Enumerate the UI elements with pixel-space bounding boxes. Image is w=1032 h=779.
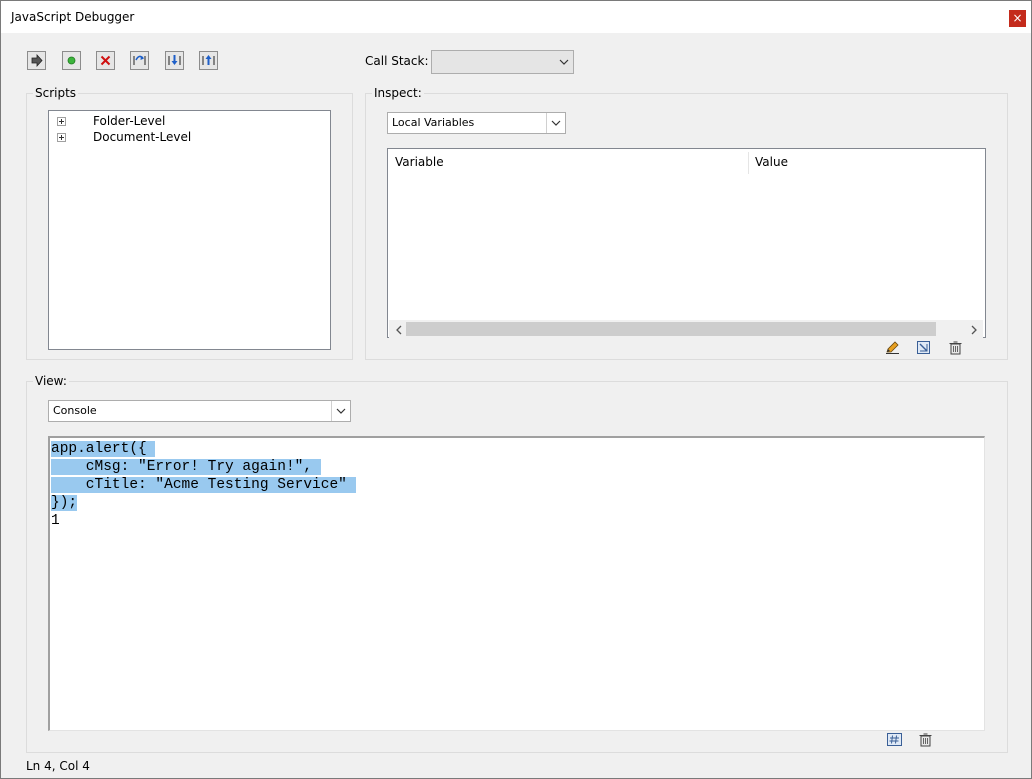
call-stack-label: Call Stack: bbox=[365, 54, 429, 68]
column-header-variable[interactable]: Variable bbox=[395, 155, 444, 169]
status-bar-position: Ln 4, Col 4 bbox=[26, 759, 90, 773]
hash-icon bbox=[887, 733, 902, 746]
edit-variable-button[interactable] bbox=[884, 340, 901, 355]
scripts-label: Scripts bbox=[33, 86, 79, 100]
console-textarea[interactable]: app.alert({ cMsg: "Error! Try again!", c… bbox=[48, 436, 985, 731]
console-line: }); bbox=[51, 494, 78, 512]
clear-console-button[interactable] bbox=[917, 732, 934, 747]
console-line: cTitle: "Acme Testing Service" bbox=[51, 476, 356, 494]
scroll-left-icon[interactable] bbox=[392, 323, 406, 337]
debugger-window: JavaScript Debugger × Call Stack: Script… bbox=[0, 0, 1032, 779]
tree-item-label: Document-Level bbox=[93, 130, 192, 144]
view-label: View: bbox=[33, 374, 69, 388]
call-stack-select[interactable] bbox=[431, 50, 574, 74]
pencil-icon bbox=[886, 341, 899, 354]
console-line: 1 bbox=[51, 512, 60, 530]
resume-button[interactable] bbox=[27, 51, 46, 70]
scroll-right-icon[interactable] bbox=[967, 323, 981, 337]
step-out-button[interactable] bbox=[199, 51, 218, 70]
inspect-select[interactable]: Local Variables bbox=[387, 112, 566, 134]
view-select[interactable]: Console bbox=[48, 400, 351, 422]
run-icon bbox=[67, 56, 76, 65]
variables-list[interactable]: Variable Value bbox=[387, 148, 986, 338]
watch-list-button[interactable] bbox=[915, 340, 932, 355]
delete-variable-button[interactable] bbox=[947, 340, 964, 355]
scripts-tree[interactable]: Folder-Level Document-Level bbox=[48, 110, 331, 350]
horizontal-scrollbar[interactable] bbox=[389, 320, 983, 338]
console-line-text: cMsg: "Error! Try again!", bbox=[51, 459, 321, 475]
scrollbar-thumb[interactable] bbox=[406, 322, 936, 336]
window-title: JavaScript Debugger bbox=[11, 10, 135, 24]
step-over-icon bbox=[133, 55, 146, 65]
inspect-label: Inspect: bbox=[372, 86, 424, 100]
expand-icon[interactable] bbox=[57, 133, 66, 142]
column-header-value[interactable]: Value bbox=[755, 155, 788, 169]
console-line: app.alert({ bbox=[51, 440, 156, 458]
step-over-button[interactable] bbox=[130, 51, 149, 70]
column-divider[interactable] bbox=[748, 152, 749, 174]
tree-item-label: Folder-Level bbox=[93, 114, 166, 128]
step-out-icon bbox=[202, 55, 215, 65]
chevron-down-icon bbox=[331, 401, 350, 421]
console-line: cMsg: "Error! Try again!", bbox=[51, 458, 321, 476]
stop-icon bbox=[100, 55, 111, 66]
trash-icon bbox=[919, 733, 932, 747]
close-button[interactable]: × bbox=[1009, 10, 1026, 27]
console-line-text: app.alert({ bbox=[51, 441, 156, 457]
expand-icon[interactable] bbox=[57, 117, 66, 126]
inspect-select-value: Local Variables bbox=[392, 116, 475, 129]
step-into-icon bbox=[168, 55, 181, 65]
run-button[interactable] bbox=[62, 51, 81, 70]
console-line-text: }); bbox=[51, 495, 78, 511]
watch-list-icon bbox=[917, 341, 930, 354]
step-into-button[interactable] bbox=[165, 51, 184, 70]
console-line-text: cTitle: "Acme Testing Service" bbox=[51, 477, 356, 493]
line-numbers-button[interactable] bbox=[886, 732, 903, 747]
stop-button[interactable] bbox=[96, 51, 115, 70]
view-select-value: Console bbox=[53, 404, 97, 417]
chevron-down-icon bbox=[555, 51, 573, 73]
chevron-down-icon bbox=[546, 113, 565, 133]
console-line-text: 1 bbox=[51, 513, 60, 529]
resume-icon bbox=[31, 53, 43, 68]
trash-icon bbox=[949, 341, 962, 355]
title-bar[interactable]: JavaScript Debugger × bbox=[1, 1, 1031, 33]
